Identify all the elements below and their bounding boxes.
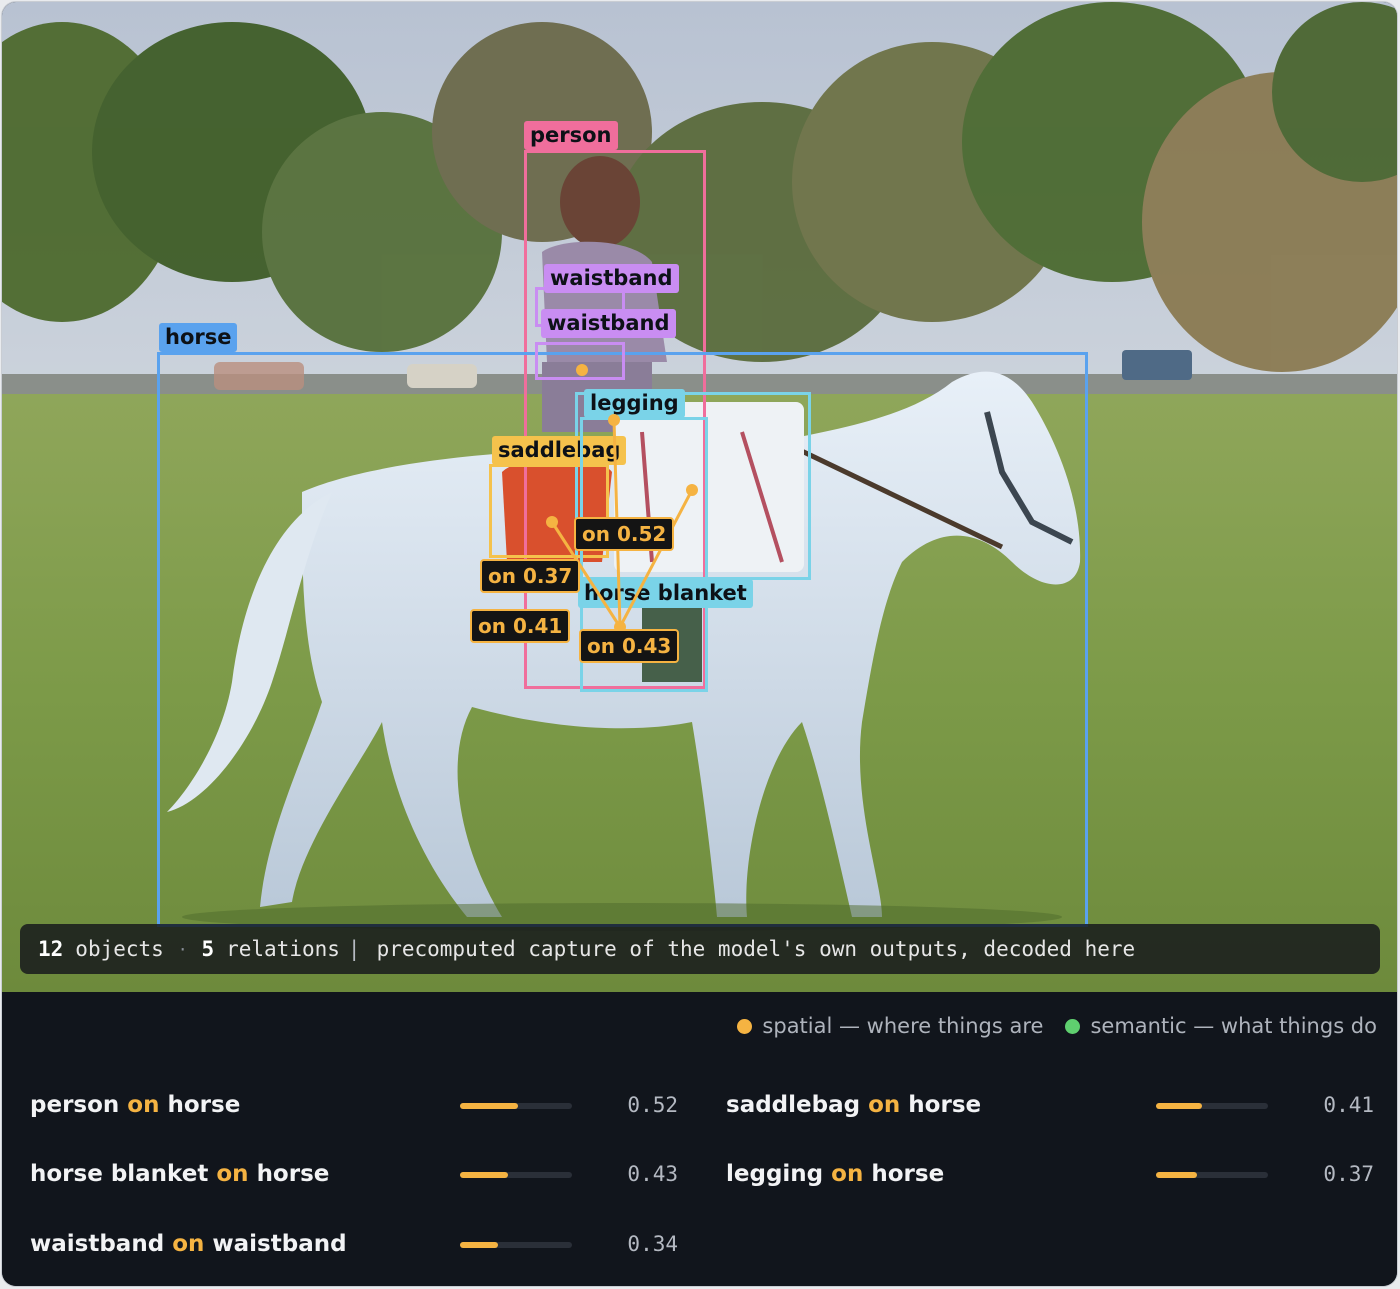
relation-text: waistband on waistband (30, 1224, 347, 1264)
relation-row[interactable]: waistband on waistband 0.34 (30, 1224, 678, 1264)
relations-count: 5 (201, 937, 215, 961)
legend-spatial[interactable]: spatial — where things are (737, 1014, 1043, 1038)
score-bar-fill (1156, 1172, 1198, 1178)
app-frame: person horse waistband waistband legging sadd… (2, 2, 1397, 1286)
relation-subject: person (30, 1092, 120, 1118)
objects-word: objects (75, 937, 164, 961)
status-bar: 12 objects · 5 relations | precomputed c… (20, 924, 1380, 974)
score-bar-track (1156, 1103, 1268, 1109)
relation-object: horse (908, 1092, 982, 1118)
status-divider: | (347, 937, 361, 961)
score-bar-track (460, 1242, 572, 1248)
relations-panel: spatial — where things are semantic — wh… (2, 992, 1397, 1286)
relation-row[interactable]: saddlebag on horse 0.41 (726, 1085, 1374, 1125)
relation-subject: horse blanket (30, 1161, 209, 1187)
relation-score: 0.43 (627, 1162, 678, 1186)
relation-subject: legging (726, 1161, 824, 1187)
relation-predicate: on (127, 1092, 160, 1118)
relation-score-label[interactable]: on 0.37 (480, 559, 581, 593)
relation-line (618, 489, 694, 628)
image-viewer[interactable]: person horse waistband waistband legging sadd… (2, 2, 1397, 992)
score-bar-fill (1156, 1103, 1202, 1109)
relation-subject: saddlebag (726, 1092, 861, 1118)
relation-text: person on horse (30, 1085, 240, 1125)
legend-spatial-label: spatial — where things are (762, 1014, 1044, 1038)
relation-text: legging on horse (726, 1154, 944, 1194)
relation-score: 0.41 (1323, 1093, 1374, 1117)
relation-object: horse (167, 1092, 241, 1118)
relation-object: horse (256, 1161, 330, 1187)
relation-score: 0.34 (627, 1232, 678, 1256)
relation-subject: waistband (30, 1231, 165, 1257)
score-bar-track (460, 1172, 572, 1178)
relation-score-label[interactable]: on 0.43 (579, 629, 680, 663)
legend-semantic[interactable]: semantic — what things do (1065, 1014, 1377, 1038)
score-bar-fill (460, 1172, 509, 1178)
relation-predicate: on (868, 1092, 901, 1118)
relation-text: horse blanket on horse (30, 1154, 329, 1194)
semantic-dot-icon (1065, 1018, 1081, 1034)
objects-count: 12 (38, 937, 64, 961)
relation-score-label[interactable]: on 0.52 (574, 517, 675, 551)
relation-predicate: on (831, 1161, 864, 1187)
score-bar-fill (460, 1242, 499, 1248)
status-separator: · (177, 939, 188, 959)
relation-row[interactable]: legging on horse 0.37 (726, 1154, 1374, 1194)
legend-semantic-label: semantic — what things do (1090, 1014, 1377, 1038)
score-bar-track (1156, 1172, 1268, 1178)
score-bar-fill (460, 1103, 519, 1109)
relation-object: horse (871, 1161, 945, 1187)
status-note: precomputed capture of the model's own o… (376, 937, 1136, 961)
score-bar-track (460, 1103, 572, 1109)
relation-endpoint (576, 364, 588, 376)
relation-predicate: on (216, 1161, 249, 1187)
relation-text: saddlebag on horse (726, 1085, 981, 1125)
relation-endpoint (686, 484, 698, 496)
relation-endpoint (608, 414, 620, 426)
relation-row[interactable]: horse blanket on horse 0.43 (30, 1154, 678, 1194)
relation-lines (546, 364, 698, 633)
relation-row[interactable]: person on horse 0.52 (30, 1085, 678, 1125)
relation-score-label[interactable]: on 0.41 (470, 609, 571, 643)
relation-score: 0.37 (1323, 1162, 1374, 1186)
spatial-dot-icon (737, 1018, 753, 1034)
relation-predicate: on (172, 1231, 205, 1257)
relations-word: relations (226, 937, 340, 961)
relation-score: 0.52 (627, 1093, 678, 1117)
relation-legend: spatial — where things are semantic — wh… (715, 1014, 1377, 1038)
relation-endpoint (546, 516, 558, 528)
relation-object: waistband (212, 1231, 347, 1257)
scene-photo: person horse waistband waistband legging sadd… (2, 2, 1397, 992)
